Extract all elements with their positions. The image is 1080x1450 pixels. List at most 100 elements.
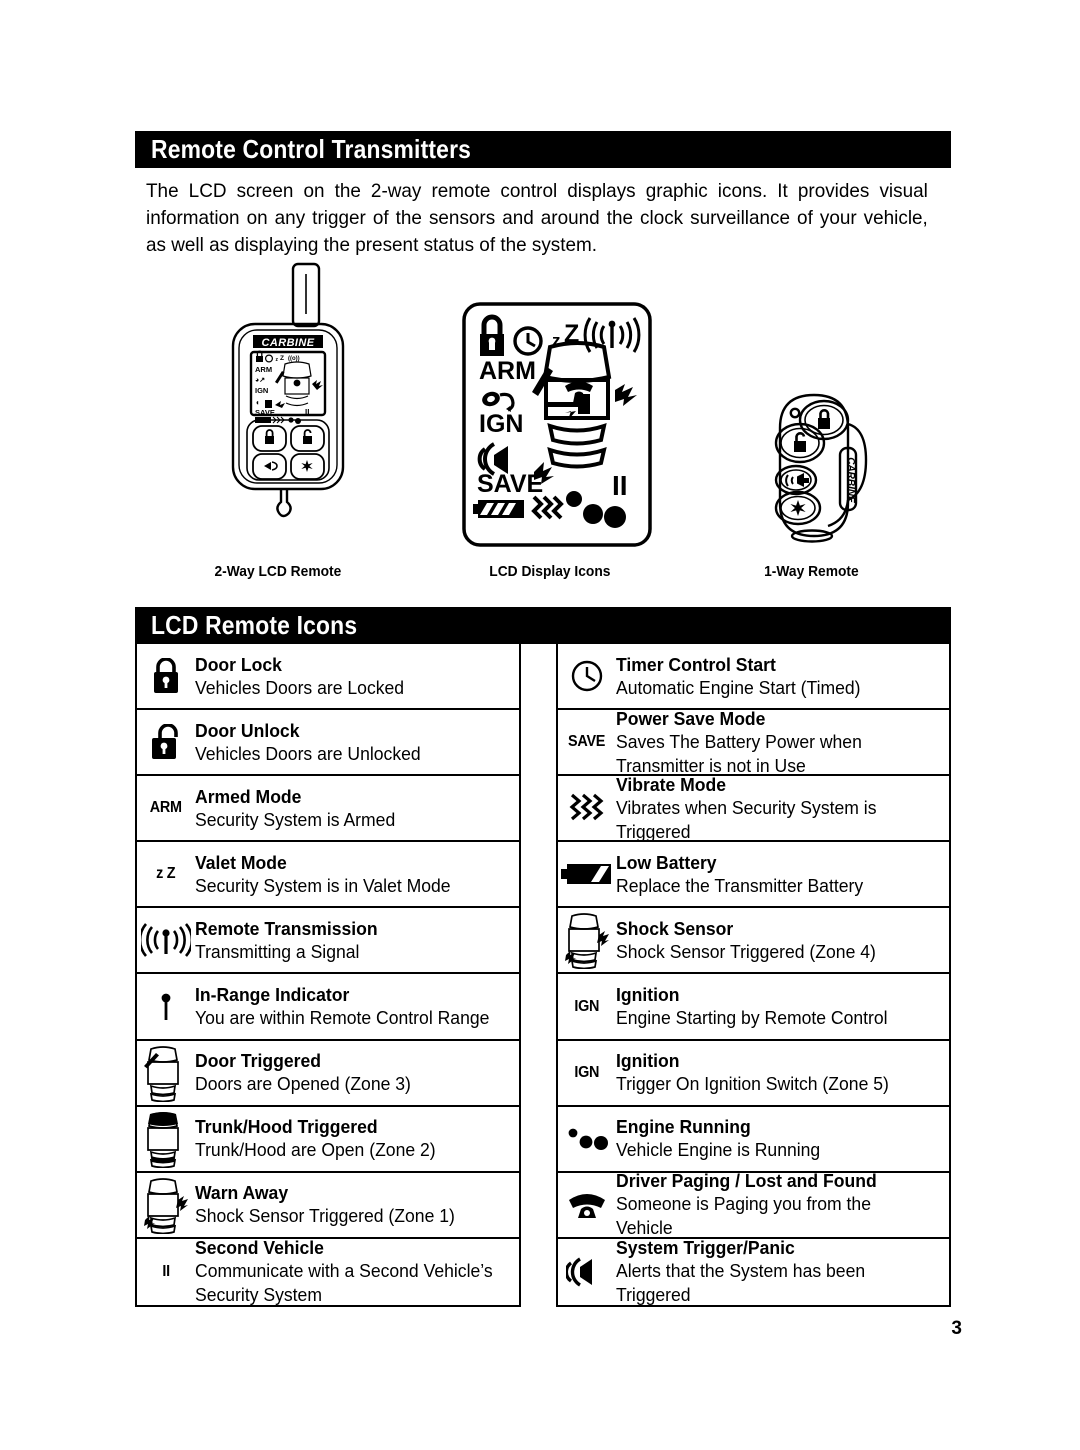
engine-running-icon [565,1125,609,1153]
svg-text:SAVE: SAVE [255,408,275,417]
icon-cell [558,1173,616,1237]
icon-table-row: IGN Ignition Trigger On Ignition Switch (Z… [558,1041,949,1107]
text-cell: In-Range Indicator You are within Remote … [195,981,519,1032]
text-cell: Ignition Engine Starting by Remote Contro… [616,981,949,1032]
icon-description: Security System is in Valet Mode [195,874,451,896]
icon-cell [558,842,616,906]
icon-title: Valet Mode [195,851,287,873]
text-cell: Valet Mode Security System is in Valet Mo… [195,849,519,900]
low-battery-icon [561,862,613,886]
save-text-icon: SAVE [568,733,606,751]
figure-caption-2way: 2-Way LCD Remote [214,563,342,580]
icon-table-row: Remote Transmission Transmitting a Signal [137,908,519,975]
icon-table-row: System Trigger/Panic Alerts that the Syst… [558,1237,949,1306]
icon-description: Doors are Opened (Zone 3) [195,1073,411,1095]
icon-description: Shock Sensor Triggered (Zone 1) [195,1205,455,1227]
icon-title: Shock Sensor [616,917,734,939]
figure-lcd-display-icons: z Z ARM IGN SAVE II [462,302,652,547]
icon-table-row: Driver Paging / Lost and Found Someone is… [558,1170,949,1239]
text-cell: Power Save Mode Saves The Battery Power w… [616,705,949,780]
text-cell: Door Unlock Vehicles Doors are Unlocked [195,717,519,768]
figure-1way-remote: CARBINE [762,388,902,548]
car-door-triggered-icon [142,1044,190,1102]
valet-zz-icon: z Z [156,865,176,883]
vibrate-waves-icon [567,789,607,827]
svg-text:◖: ◖ [255,398,260,407]
antenna-transmit-icon [141,922,191,958]
icon-table-row: Warn Away Shock Sensor Triggered (Zone 1) [137,1173,519,1239]
icon-description: Vehicle Engine is Running [616,1139,821,1161]
icon-title: Warn Away [195,1182,289,1204]
icon-description: Security System is Armed [195,808,396,830]
icon-table-right: Timer Control Start Automatic Engine Star… [556,644,951,1307]
document-page: Remote Control Transmitters The LCD scre… [0,0,1080,1450]
icon-title: Door Lock [195,653,282,675]
icon-cell [558,644,616,708]
svg-text:CARBINE: CARBINE [262,337,315,349]
section-banner-transmitters: Remote Control Transmitters [135,131,951,168]
icon-title: Low Battery [616,851,717,873]
icon-cell [137,644,195,708]
arm-text-icon: ARM [149,799,182,817]
icon-title: Engine Running [616,1116,751,1138]
ignition-key-icon: IGN [574,1063,600,1081]
icon-table-row: ARM Armed Mode Security System is Armed [137,776,519,843]
icon-description: Automatic Engine Start (Timed) [616,676,861,698]
svg-text:z: z [276,357,279,363]
text-cell: Armed Mode Security System is Armed [195,783,519,834]
figure-caption-lcd: LCD Display Icons [489,563,611,580]
icon-description: Alerts that the System has been Triggere… [616,1260,866,1306]
icon-description: Someone is Paging you from the Vehicle [616,1193,871,1239]
icon-table-row: Door Triggered Doors are Opened (Zone 3) [137,1041,519,1107]
icon-table-row: Low Battery Replace the Transmitter Batte… [558,842,949,909]
icon-cell [137,1041,195,1105]
svg-text:II: II [305,408,309,417]
icon-cell [558,1107,616,1171]
car-trunk-hood-icon [142,1110,190,1168]
svg-text:◕↗: ◕↗ [255,377,265,384]
icon-cell [137,1173,195,1237]
car-shock-sensor-icon [563,911,611,970]
icon-description: Vehicles Doors are Locked [195,676,405,698]
icon-description: Shock Sensor Triggered (Zone 4) [616,940,876,962]
svg-text:IGN: IGN [479,410,523,438]
icon-description: Communicate with a Second Vehicle’s Secu… [195,1260,493,1306]
icon-table-row: Trunk/Hood Triggered Trunk/Hood are Open … [137,1107,519,1173]
icon-cell: SAVE [558,710,616,774]
icon-description: Trigger On Ignition Switch (Zone 5) [616,1073,889,1095]
icon-cell [558,908,616,972]
text-cell: Door Lock Vehicles Doors are Locked [195,651,519,702]
svg-text:Z: Z [280,355,284,362]
padlock-closed-icon [149,658,183,694]
icon-cell [137,974,195,1038]
icon-description: Vibrates when Security System is Trigger… [616,796,877,842]
icon-title: Ignition [616,1050,680,1072]
icon-title: Door Unlock [195,719,300,741]
icon-cell [137,1107,195,1171]
svg-text:CARBINE: CARBINE [845,457,856,503]
icon-cell [137,710,195,774]
icon-table-row: Vibrate Mode Vibrates when Security Syste… [558,774,949,843]
clock-timer-icon [570,659,604,693]
icon-table-left: Door Lock Vehicles Doors are Locked Door U… [135,644,521,1307]
icon-title: Power Save Mode [616,707,766,729]
icon-table-row: Door Lock Vehicles Doors are Locked [137,644,519,711]
icon-description: Engine Starting by Remote Control [616,1007,888,1029]
text-cell: Shock Sensor Shock Sensor Triggered (Zone… [616,915,949,966]
text-cell: Door Triggered Doors are Opened (Zone 3) [195,1047,519,1098]
telephone-paging-icon [567,1191,607,1219]
icon-cell [558,1239,616,1305]
text-cell: Vibrate Mode Vibrates when Security Syste… [616,771,949,846]
siren-speaker-icon [566,1256,608,1288]
icon-title: Armed Mode [195,785,302,807]
section-title: Remote Control Transmitters [151,134,472,164]
icon-table-row: II Second Vehicle Communicate with a Secon… [137,1237,519,1306]
icon-table-row: Engine Running Vehicle Engine is Running [558,1107,949,1173]
icon-title: Ignition [616,984,680,1006]
icon-title: In-Range Indicator [195,984,350,1006]
icon-title: Remote Transmission [195,917,378,939]
icon-cell [137,908,195,972]
text-cell: Driver Paging / Lost and Found Someone is… [616,1167,949,1242]
ignition-key-icon: IGN [574,997,600,1015]
icon-cell: II [137,1239,195,1305]
